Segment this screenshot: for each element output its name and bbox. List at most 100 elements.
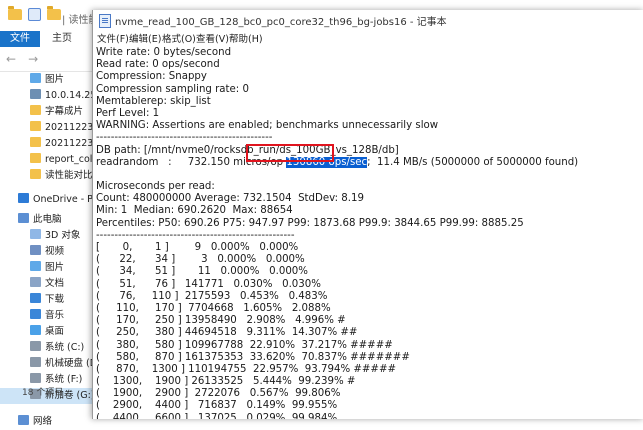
nav-item-label: 20211223-极圈 xyxy=(45,138,95,149)
drive-icon xyxy=(30,341,41,351)
text-line: ----------------------------------------… xyxy=(96,132,273,144)
documents-icon xyxy=(30,277,41,287)
text-line: Read rate: 0 ops/second xyxy=(96,59,220,71)
nav-item-label: 视频 xyxy=(45,246,65,257)
nav-item[interactable]: 机械硬盘 (D:) xyxy=(0,356,95,372)
text-line: readrandom : 732.150 micros/op 130860 op… xyxy=(96,156,579,168)
folder-icon xyxy=(30,121,41,131)
quick-access-check-icon[interactable] xyxy=(28,8,41,21)
nav-item[interactable]: 视频 xyxy=(0,244,95,260)
nav-item[interactable]: 网络 xyxy=(0,414,95,430)
nav-item-label: 系统 (F:) xyxy=(45,374,83,385)
drive-icon xyxy=(30,373,41,383)
ribbon-tab-home[interactable]: 主页 xyxy=(42,31,82,47)
notepad-window: nvme_read_100_GB_128_bc0_pc0_core32_th96… xyxy=(92,10,643,419)
text-line: WARNING: Assertions are enabled; benchma… xyxy=(96,120,439,132)
nav-item-label: 网络 xyxy=(33,416,53,427)
folder-icon xyxy=(47,6,61,20)
nav-item-label: 图片 xyxy=(45,74,65,85)
nav-item[interactable]: 桌面 xyxy=(0,324,95,340)
music-icon xyxy=(30,309,41,319)
nav-item[interactable]: 3D 对象 xyxy=(0,228,95,244)
onedrive-icon xyxy=(18,193,29,203)
nav-item[interactable]: 20211223-极圈 xyxy=(0,136,95,152)
nav-item[interactable]: OneDrive - Pers xyxy=(0,192,95,208)
nav-item[interactable]: 文档 xyxy=(0,276,95,292)
nav-item-label: 系统 (C:) xyxy=(45,342,85,353)
text-line: Write rate: 0 bytes/second xyxy=(96,47,232,58)
text-line: ( 34, 51 ] 11 0.000% 0.000% xyxy=(96,266,308,278)
menu-item[interactable]: 格式(O) xyxy=(162,31,196,45)
menu-item[interactable]: 文件(F) xyxy=(97,31,129,45)
nav-item-label: report_collect xyxy=(45,154,95,165)
navigation-pane: 图片 10.0.14.254 字幕成片 20211223-极圈 20211223-极圈 r… xyxy=(0,72,95,427)
nav-item[interactable]: 20211223-极圈 xyxy=(0,120,95,136)
nav-item-label: 图片 xyxy=(45,262,65,273)
notepad-title: nvme_read_100_GB_128_bc0_pc0_core32_th96… xyxy=(115,17,447,28)
text-line: ( 76, 110 ] 2175593 0.453% 0.483% xyxy=(96,290,328,302)
text-line: ( 870, 1300 ] 110194755 22.957% 93.794% … xyxy=(96,363,397,375)
text-line: Microseconds per read: xyxy=(96,181,215,193)
nav-item-label: 桌面 xyxy=(45,326,65,337)
nav-item[interactable]: 图片 xyxy=(0,260,95,276)
nav-item[interactable]: 系统 (C:) xyxy=(0,340,95,356)
text-line: ( 110, 170 ] 7704668 1.605% 2.088% xyxy=(96,302,331,314)
folder-icon xyxy=(8,6,22,20)
menu-item[interactable]: 编辑(E) xyxy=(129,31,161,45)
folder-icon xyxy=(30,137,41,147)
text-line: Compression sampling rate: 0 xyxy=(96,83,249,95)
text-line: ( 2900, 4400 ] 716837 0.149% 99.955% xyxy=(96,400,338,412)
text-line: ( 51, 76 ] 141771 0.030% 0.030% xyxy=(96,278,321,290)
text-line: ( 1300, 1900 ] 26133525 5.444% 99.239% # xyxy=(96,376,356,388)
nav-item-label: 10.0.14.254 xyxy=(45,90,95,101)
nav-item[interactable]: 音乐 xyxy=(0,308,95,324)
nav-item[interactable]: 10.0.14.254 xyxy=(0,88,95,104)
notepad-text-area[interactable]: Write rate: 0 bytes/second Read rate: 0 o… xyxy=(96,47,642,419)
text-line: ----------------------------------------… xyxy=(96,229,295,241)
nav-item-label: 下载 xyxy=(45,294,65,305)
nav-item-label: OneDrive - Pers xyxy=(33,194,95,205)
text-line: Memtablerep: skip_list xyxy=(96,95,211,107)
menu-item[interactable]: 帮助(H) xyxy=(229,31,263,45)
nav-item-label: 机械硬盘 (D:) xyxy=(45,358,95,369)
drive-icon xyxy=(30,357,41,367)
computer-icon xyxy=(18,213,29,223)
nav-item-label: 20211223-极圈 xyxy=(45,122,95,133)
nav-item[interactable]: 字幕成片 xyxy=(0,104,95,120)
notepad-menubar: 文件(F) 编辑(E) 格式(O) 查看(V) 帮助(H) xyxy=(93,30,643,46)
text-line: ( 580, 870 ] 161375353 33.620% 70.837% #… xyxy=(96,351,410,363)
text-line: ( 22, 34 ] 3 0.000% 0.000% xyxy=(96,254,305,266)
text-line: [ 0, 1 ] 9 0.000% 0.000% xyxy=(96,242,299,253)
folder-icon xyxy=(30,153,41,163)
desktop-icon xyxy=(30,325,41,335)
nav-item[interactable]: report_collect xyxy=(0,152,95,168)
ribbon-tab-file[interactable]: 文件 xyxy=(0,31,40,47)
selected-ops-per-sec[interactable]: 130860 ops/sec xyxy=(286,156,368,168)
menu-item[interactable]: 查看(V) xyxy=(196,31,229,45)
network-icon xyxy=(18,415,29,425)
nav-item[interactable]: 下载 xyxy=(0,292,95,308)
back-arrow-icon[interactable]: ← xyxy=(6,52,16,66)
nav-item[interactable]: 读性能对比（随 xyxy=(0,168,95,184)
text-line: ( 1900, 2900 ] 2722076 0.567% 99.806% xyxy=(96,388,341,400)
nav-item-label: 音乐 xyxy=(45,310,65,321)
forward-arrow-icon[interactable]: → xyxy=(28,52,38,66)
network-drive-icon xyxy=(30,89,41,99)
text-line: ( 4400, 6600 ] 137025 0.029% 99.984% xyxy=(96,412,338,419)
pictures-icon xyxy=(30,261,41,271)
nav-item-label: 此电脑 xyxy=(33,214,62,225)
nav-item-label: 文档 xyxy=(45,278,65,289)
text-line: ( 380, 580 ] 109967788 22.910% 37.217% #… xyxy=(96,339,393,351)
nav-item[interactable]: 图片 xyxy=(0,72,95,88)
text-line: ( 170, 250 ] 13958490 2.908% 4.996% # xyxy=(96,315,346,327)
text-line: DB path: [/mnt/nvme0/rocksdb_run/ds_100G… xyxy=(96,144,399,156)
download-icon xyxy=(30,293,41,303)
nav-item[interactable]: 此电脑 xyxy=(0,212,95,228)
nav-item-label: 读性能对比（随 xyxy=(45,170,95,181)
text-line: Min: 1 Median: 690.2620 Max: 88654 xyxy=(96,205,293,217)
text-line: Perf Level: 1 xyxy=(96,107,160,119)
nav-item-label: 字幕成片 xyxy=(45,106,84,117)
notepad-titlebar: nvme_read_100_GB_128_bc0_pc0_core32_th96… xyxy=(93,10,643,30)
text-line: Count: 480000000 Average: 732.1504 StdDe… xyxy=(96,193,364,205)
notepad-app-icon xyxy=(99,14,111,28)
